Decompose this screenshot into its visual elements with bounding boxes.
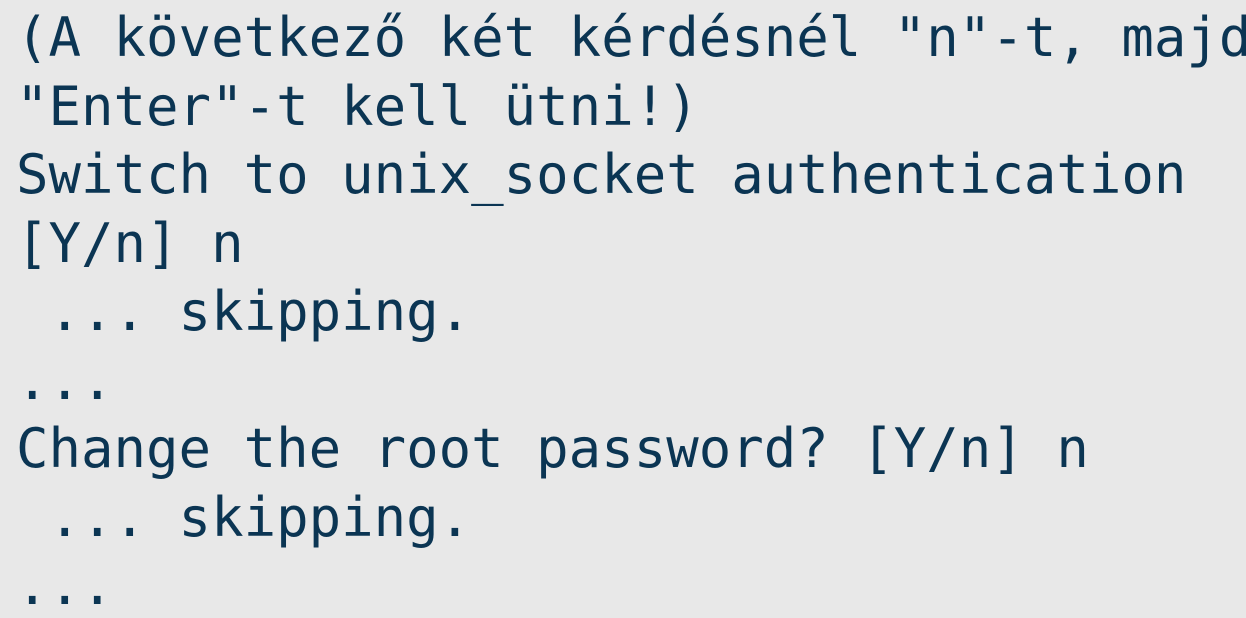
output-line-1: (A következő két kérdésnél "n"-t, majd (16, 6, 1246, 69)
output-line-6: ... (16, 348, 114, 412)
output-line-9: ... (16, 554, 114, 617)
output-line-7: Change the root password? [Y/n] n (16, 417, 1089, 480)
output-line-3: Switch to unix_socket authentication (16, 143, 1187, 206)
output-line-8: ... skipping. (16, 485, 472, 549)
terminal-output: (A következő két kérdésnél "n"-t, majd "… (0, 0, 1246, 618)
output-line-2: "Enter"-t kell ütni!) (16, 74, 699, 138)
output-line-4: [Y/n] n (16, 211, 244, 275)
output-line-5: ... skipping. (16, 280, 472, 343)
